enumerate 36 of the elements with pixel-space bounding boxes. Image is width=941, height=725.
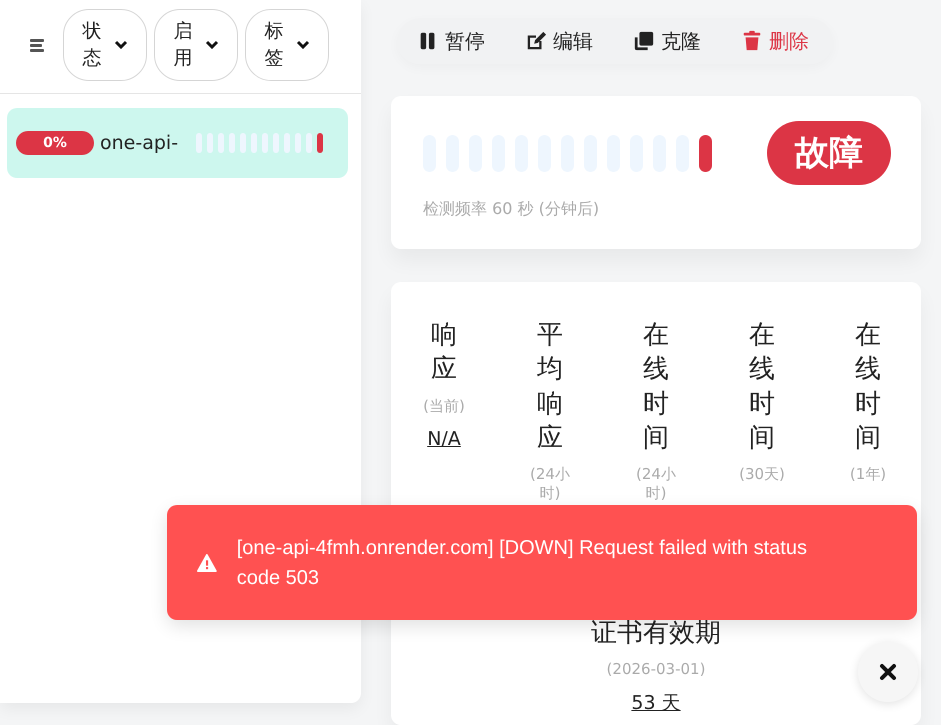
delete-button[interactable]: 删除 — [741, 28, 809, 54]
stat-title: 响应 — [431, 319, 457, 386]
toast-message: [one-api-4fmh.onrender.com] [DOWN] Request failed with status code 503 — [236, 536, 808, 590]
pause-button[interactable]: 暂停 — [417, 28, 485, 54]
stat-subtitle: (1年) — [850, 465, 886, 484]
stat-subtitle: (30天) — [739, 465, 785, 484]
filter-dropdown[interactable]: 标签 — [245, 9, 329, 81]
stat-title: 在线时间 — [643, 319, 669, 455]
menu-icon[interactable] — [28, 37, 46, 53]
stat-subtitle: (当前) — [423, 396, 465, 416]
chevron-down-icon — [204, 40, 218, 50]
chevron-down-icon — [296, 40, 310, 50]
filter-dropdown[interactable]: 状态 — [63, 9, 147, 81]
check-interval-text: 检测频率 60 秒 (分钟后) — [423, 199, 600, 220]
status-badge: 故障 — [767, 121, 891, 185]
edit-button[interactable]: 编辑 — [525, 28, 593, 54]
trash-icon — [741, 30, 763, 52]
stat-title: 平均响应 — [537, 319, 563, 455]
stat-title: 证书有效期 — [591, 617, 721, 650]
stat-subtitle: (24小时) — [529, 465, 571, 504]
warning-icon — [197, 552, 217, 572]
filter-dropdown[interactable]: 启用 — [154, 9, 238, 81]
stat-title: 在线时间 — [855, 319, 881, 455]
stat-subtitle: (2026-03-01) — [606, 660, 706, 678]
chevron-down-icon — [114, 40, 128, 50]
close-icon — [879, 663, 897, 681]
stat-value: N/A — [427, 428, 461, 450]
edit-icon — [525, 30, 547, 52]
copy-icon — [633, 30, 655, 52]
monitor-name: one-api- — [100, 132, 180, 154]
uptime-badge: 0% — [16, 131, 94, 155]
stat-value: 53 天 — [631, 691, 681, 716]
stat-subtitle: (24小时) — [635, 465, 677, 504]
stat-title: 在线时间 — [749, 319, 775, 455]
clone-button[interactable]: 克隆 — [633, 28, 701, 54]
monitor-item[interactable]: 0% one-api- — [7, 108, 348, 178]
